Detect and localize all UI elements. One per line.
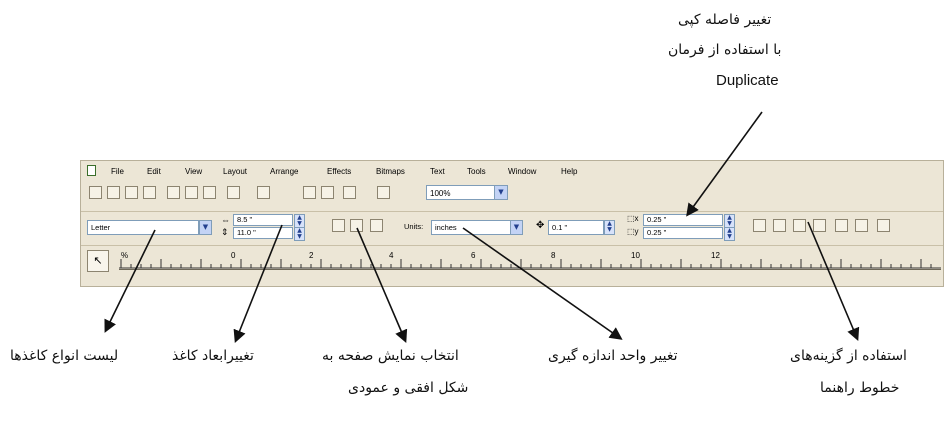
annotation-orientation-line2: شکل افقی و عمودی [348,380,469,396]
annotation-orientation-line1: انتخاب نمایش صفحه به [322,348,459,364]
annotation-guides-line1: استفاده از گزینه‌های [790,348,907,364]
annotation-paper-list: لیست انواع کاغذها [10,348,119,364]
annotation-paper-dimensions: تغییرابعاد کاغذ [172,348,254,364]
annotation-units: تغییر واحد اندازه گیری [548,348,678,364]
annotation-guides-line2: خطوط راهنما [820,380,900,396]
